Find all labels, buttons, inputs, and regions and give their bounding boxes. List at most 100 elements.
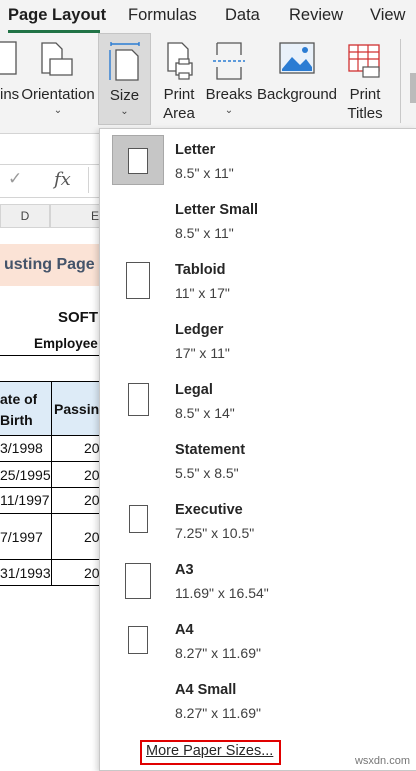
paper-size-dims: 7.25" x 10.5": [175, 525, 255, 541]
ribbon-overflow-edge: [410, 73, 416, 103]
subtitle-border: [0, 355, 100, 356]
breaks-chevron-icon: ⌄: [224, 105, 234, 116]
print-titles-icon: [348, 44, 380, 78]
paper-size-name: Letter Small: [175, 202, 258, 218]
paper-thumbnail: [112, 495, 164, 545]
paper-size-statement[interactable]: Statement 5.5" x 8.5": [100, 429, 416, 489]
paper-thumbnail: [112, 315, 164, 365]
paper-size-name: A4: [175, 622, 194, 638]
more-paper-sizes-link[interactable]: More Paper Sizes...: [140, 740, 281, 765]
margins-icon: [0, 41, 17, 75]
paper-thumbnail: [112, 555, 164, 605]
paper-size-name: Ledger: [175, 322, 224, 338]
paper-size-a4-small[interactable]: A4 Small 8.27" x 11.69": [100, 669, 416, 729]
table-cell-other: 20: [84, 467, 100, 483]
tab-formulas[interactable]: Formulas: [128, 6, 197, 25]
ribbon: ins Orientation ⌄ Size ⌄ Print Area Brea…: [0, 33, 416, 134]
paper-thumbnail: [112, 135, 164, 185]
orientation-icon: [41, 42, 73, 76]
paper-thumbnail: [112, 375, 164, 425]
background-label: Background: [256, 86, 338, 103]
paper-thumbnail: [112, 675, 164, 725]
company-title: SOFT: [58, 309, 98, 326]
table-border: [0, 381, 100, 382]
background-button[interactable]: Background: [256, 33, 338, 125]
column-header-d[interactable]: D: [0, 204, 50, 228]
paper-size-dims: 8.5" x 11": [175, 225, 234, 241]
table-cell-date: 3/1998: [0, 440, 43, 456]
table-border: [0, 461, 100, 462]
paper-size-dims: 8.27" x 11.69": [175, 645, 261, 661]
ribbon-tab-bar: Page Layout Formulas Data Review View: [0, 0, 416, 33]
size-chevron-icon: ⌄: [120, 106, 129, 117]
header-date-of: ate of: [0, 391, 38, 407]
enter-check-icon[interactable]: ✓: [8, 169, 22, 189]
column-header-e[interactable]: E: [50, 204, 102, 228]
table-cell-other: 20: [84, 565, 100, 581]
paper-size-name: Tabloid: [175, 262, 226, 278]
page-icon: [128, 148, 148, 174]
orientation-button[interactable]: Orientation ⌄: [18, 33, 98, 125]
table-cell-other: 20: [84, 492, 100, 508]
paper-size-dims: 8.5" x 14": [175, 405, 235, 421]
margins-button[interactable]: ins: [0, 33, 20, 125]
tab-view[interactable]: View: [370, 6, 405, 25]
page-icon: [128, 626, 148, 654]
paper-size-dims: 11" x 17": [175, 285, 230, 301]
breaks-label: Breaks: [205, 86, 253, 103]
paper-size-name: Statement: [175, 442, 246, 458]
paper-size-dropdown: Letter 8.5" x 11" Letter Small 8.5" x 11…: [99, 128, 416, 771]
paper-size-dims: 8.5" x 11": [175, 165, 234, 181]
tab-review[interactable]: Review: [289, 6, 343, 25]
table-cell-other: 20: [84, 440, 100, 456]
print-area-button[interactable]: Print Area: [154, 33, 204, 125]
paper-size-name: Executive: [175, 502, 243, 518]
more-paper-sizes-label: More Paper Sizes...: [146, 743, 274, 759]
table-cell-date: 11/1997: [0, 492, 50, 508]
print-area-icon: [167, 42, 193, 80]
paper-size-dims: 17" x 11": [175, 345, 230, 361]
size-label: Size: [109, 87, 140, 104]
page-icon: [125, 563, 151, 599]
orientation-chevron-icon: ⌄: [53, 105, 63, 116]
table-border: [0, 513, 100, 514]
formula-bar: ✓ fx: [0, 164, 101, 198]
paper-size-name: A4 Small: [175, 682, 237, 698]
paper-size-legal[interactable]: Legal 8.5" x 14": [100, 369, 416, 429]
watermark: wsxdn.com: [354, 755, 410, 767]
paper-thumbnail: [112, 615, 164, 665]
paper-size-letter[interactable]: Letter 8.5" x 11": [100, 129, 416, 189]
tab-page-layout[interactable]: Page Layout: [8, 6, 106, 25]
table-border: [0, 559, 100, 560]
print-titles-button[interactable]: Print Titles: [340, 33, 390, 125]
margins-label: ins: [0, 86, 20, 103]
print-titles-label-line1: Print: [349, 86, 381, 103]
paper-size-dims: 11.69" x 16.54": [175, 585, 269, 601]
paper-size-a4[interactable]: A4 8.27" x 11.69": [100, 609, 416, 669]
page-icon: [129, 505, 148, 533]
table-cell-date: 25/1995: [0, 467, 51, 483]
paper-size-tabloid[interactable]: Tabloid 11" x 17": [100, 249, 416, 309]
paper-size-dims: 5.5" x 8.5": [175, 465, 239, 481]
paper-thumbnail: [112, 255, 164, 305]
paper-thumbnail: [112, 435, 164, 485]
table-cell-date: 7/1997: [0, 529, 43, 545]
paper-size-name: Legal: [175, 382, 213, 398]
insert-function-icon[interactable]: fx: [54, 169, 71, 190]
breaks-button[interactable]: Breaks ⌄: [204, 33, 254, 125]
size-button[interactable]: Size ⌄: [98, 33, 151, 125]
table-cell-other: 20: [84, 529, 100, 545]
page-breaks-icon: [213, 42, 245, 80]
sheet-title: usting Page S: [4, 256, 110, 273]
paper-size-ledger[interactable]: Ledger 17" x 11": [100, 309, 416, 369]
table-border: [0, 585, 100, 586]
paper-size-executive[interactable]: Executive 7.25" x 10.5": [100, 489, 416, 549]
orientation-label: Orientation: [21, 86, 95, 103]
paper-size-a3[interactable]: A3 11.69" x 16.54": [100, 549, 416, 609]
tab-data[interactable]: Data: [225, 6, 260, 25]
page-icon: [126, 262, 150, 299]
paper-size-letter-small[interactable]: Letter Small 8.5" x 11": [100, 189, 416, 249]
paper-size-icon: [108, 42, 140, 81]
employee-subtitle: Employee: [34, 336, 98, 351]
print-titles-label-line2: Titles: [347, 105, 383, 122]
